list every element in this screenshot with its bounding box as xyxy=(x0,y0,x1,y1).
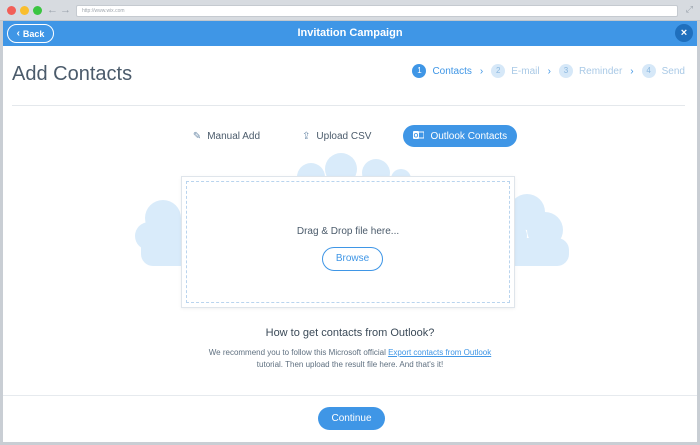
header-divider xyxy=(12,105,685,106)
address-bar[interactable]: http://www.wix.com xyxy=(76,5,678,17)
page-title: Add Contacts xyxy=(12,63,133,85)
browser-chrome: ← → http://www.wix.com ⤢ xyxy=(0,0,700,21)
campaign-title: Invitation Campaign xyxy=(297,27,403,39)
browse-button[interactable]: Browse xyxy=(322,247,383,271)
footer-divider xyxy=(3,395,697,396)
browser-forward-icon[interactable]: → xyxy=(60,3,71,17)
step-label: Reminder xyxy=(578,65,623,77)
tab-label: Outlook Contacts xyxy=(430,130,508,142)
window-close-dot[interactable] xyxy=(7,6,16,15)
step-send[interactable]: 4 Send xyxy=(641,64,685,78)
step-reminder[interactable]: 3 Reminder xyxy=(558,64,623,78)
step-email[interactable]: 2 E-mail xyxy=(491,64,540,78)
back-button[interactable]: ‹ Back xyxy=(7,24,54,43)
svg-text:O: O xyxy=(414,133,419,139)
dropzone-text: Drag & Drop file here... xyxy=(296,226,400,237)
step-label: Contacts xyxy=(432,65,472,77)
step-contacts[interactable]: 1 Contacts xyxy=(412,64,472,78)
continue-button[interactable]: Continue xyxy=(318,407,385,430)
outlook-icon: O xyxy=(413,130,425,143)
upload-icon: ⇪ xyxy=(302,130,311,142)
file-dropzone[interactable]: Drag & Drop file here... Browse xyxy=(181,176,515,308)
help-text-after: tutorial. Then upload the result file he… xyxy=(256,360,444,369)
tab-label: Upload CSV xyxy=(316,130,372,142)
chevron-right-icon: › xyxy=(479,65,484,77)
step-number: 1 xyxy=(412,64,427,78)
app-window: Invitation Campaign ‹ Back × Add Contact… xyxy=(3,21,697,442)
browser-back-icon[interactable]: ← xyxy=(47,3,58,17)
step-number: 4 xyxy=(641,64,656,78)
chevron-left-icon: ‹ xyxy=(16,27,20,39)
fullscreen-icon[interactable]: ⤢ xyxy=(686,4,693,15)
window-minimize-dot[interactable] xyxy=(20,6,29,15)
export-contacts-link[interactable]: Export contacts from Outlook xyxy=(388,348,491,357)
dropzone-dashed-border: Drag & Drop file here... Browse xyxy=(186,181,510,303)
step-progress: 1 Contacts › 2 E-mail › 3 Reminder › 4 S… xyxy=(412,63,685,79)
step-number: 2 xyxy=(491,64,506,78)
tab-label: Manual Add xyxy=(207,130,261,142)
import-method-tabs: ✎ Manual Add ⇪ Upload CSV O Outlook Cont… xyxy=(3,125,697,147)
help-text: We recommend you to follow this Microsof… xyxy=(3,347,697,371)
step-number: 3 xyxy=(558,64,573,78)
close-button[interactable]: × xyxy=(675,24,693,42)
tab-manual-add[interactable]: ✎ Manual Add xyxy=(183,125,270,147)
tab-upload-csv[interactable]: ⇪ Upload CSV xyxy=(292,125,381,147)
help-heading: How to get contacts from Outlook? xyxy=(265,327,435,339)
chevron-right-icon: › xyxy=(630,65,634,77)
step-label: E-mail xyxy=(511,65,540,77)
tab-outlook-contacts[interactable]: O Outlook Contacts xyxy=(403,125,518,147)
step-label: Send xyxy=(661,65,685,77)
back-button-label: Back xyxy=(22,28,45,39)
top-bar: Invitation Campaign ‹ Back × xyxy=(3,21,697,46)
help-text-before: We recommend you to follow this Microsof… xyxy=(208,348,389,357)
chevron-right-icon: › xyxy=(547,65,551,77)
pencil-icon: ✎ xyxy=(192,130,202,142)
window-maximize-dot[interactable] xyxy=(33,6,42,15)
